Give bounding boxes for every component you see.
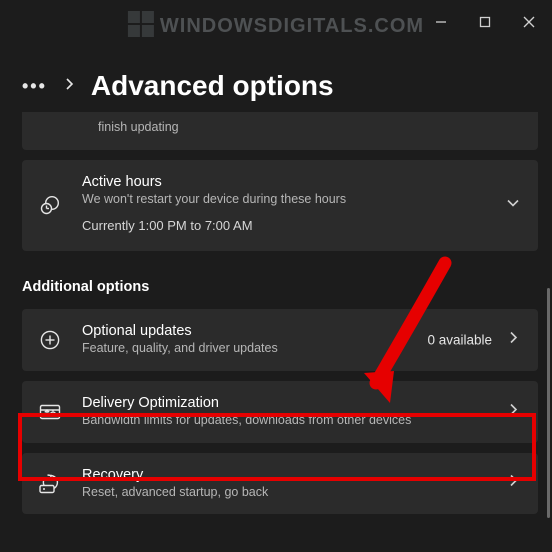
chevron-down-icon — [506, 196, 520, 215]
chevron-right-icon — [63, 77, 75, 95]
chevron-right-icon — [506, 474, 520, 493]
active-hours-icon — [36, 191, 64, 219]
cutoff-card-sub: finish updating — [98, 119, 520, 136]
optional-updates-count: 0 available — [427, 332, 492, 347]
recovery-card[interactable]: Recovery Reset, advanced startup, go bac… — [22, 453, 538, 515]
breadcrumb: ••• Advanced options — [22, 70, 334, 102]
active-hours-card[interactable]: Active hours We won't restart your devic… — [22, 160, 538, 251]
watermark-text: WINDOWSDIGITALS.COM — [128, 6, 424, 38]
settings-window: WINDOWSDIGITALS.COM ••• Advanced options… — [0, 0, 552, 552]
maximize-button[interactable] — [476, 13, 494, 31]
content-area: finish updating Active hours We won't re… — [22, 112, 538, 552]
watermark-label: WINDOWSDIGITALS.COM — [160, 15, 424, 37]
page-title: Advanced options — [91, 70, 334, 102]
recovery-subtitle: Reset, advanced startup, go back — [82, 484, 520, 501]
active-hours-title: Active hours — [82, 174, 520, 190]
delivery-optimization-subtitle: Bandwidth limits for updates, downloads … — [82, 412, 520, 429]
recovery-title: Recovery — [82, 467, 520, 483]
delivery-optimization-icon — [36, 398, 64, 426]
plus-circle-icon — [36, 326, 64, 354]
scrollbar-thumb[interactable] — [547, 288, 550, 518]
close-icon — [523, 16, 535, 28]
close-button[interactable] — [520, 13, 538, 31]
minimize-button[interactable] — [432, 13, 450, 31]
recovery-icon — [36, 469, 64, 497]
additional-options-header: Additional options — [22, 279, 538, 295]
maximize-icon — [479, 16, 491, 28]
optional-updates-card[interactable]: Optional updates Feature, quality, and d… — [22, 309, 538, 371]
chevron-right-icon — [506, 330, 520, 349]
window-controls — [432, 0, 552, 44]
cutoff-card[interactable]: finish updating — [22, 112, 538, 150]
active-hours-current: Currently 1:00 PM to 7:00 AM — [82, 218, 520, 233]
breadcrumb-more-icon[interactable]: ••• — [22, 76, 47, 97]
windows-logo-icon — [128, 11, 154, 37]
delivery-optimization-title: Delivery Optimization — [82, 395, 520, 411]
minimize-icon — [435, 16, 447, 28]
delivery-optimization-card[interactable]: Delivery Optimization Bandwidth limits f… — [22, 381, 538, 443]
active-hours-subtitle: We won't restart your device during thes… — [82, 191, 520, 208]
chevron-right-icon — [506, 402, 520, 421]
